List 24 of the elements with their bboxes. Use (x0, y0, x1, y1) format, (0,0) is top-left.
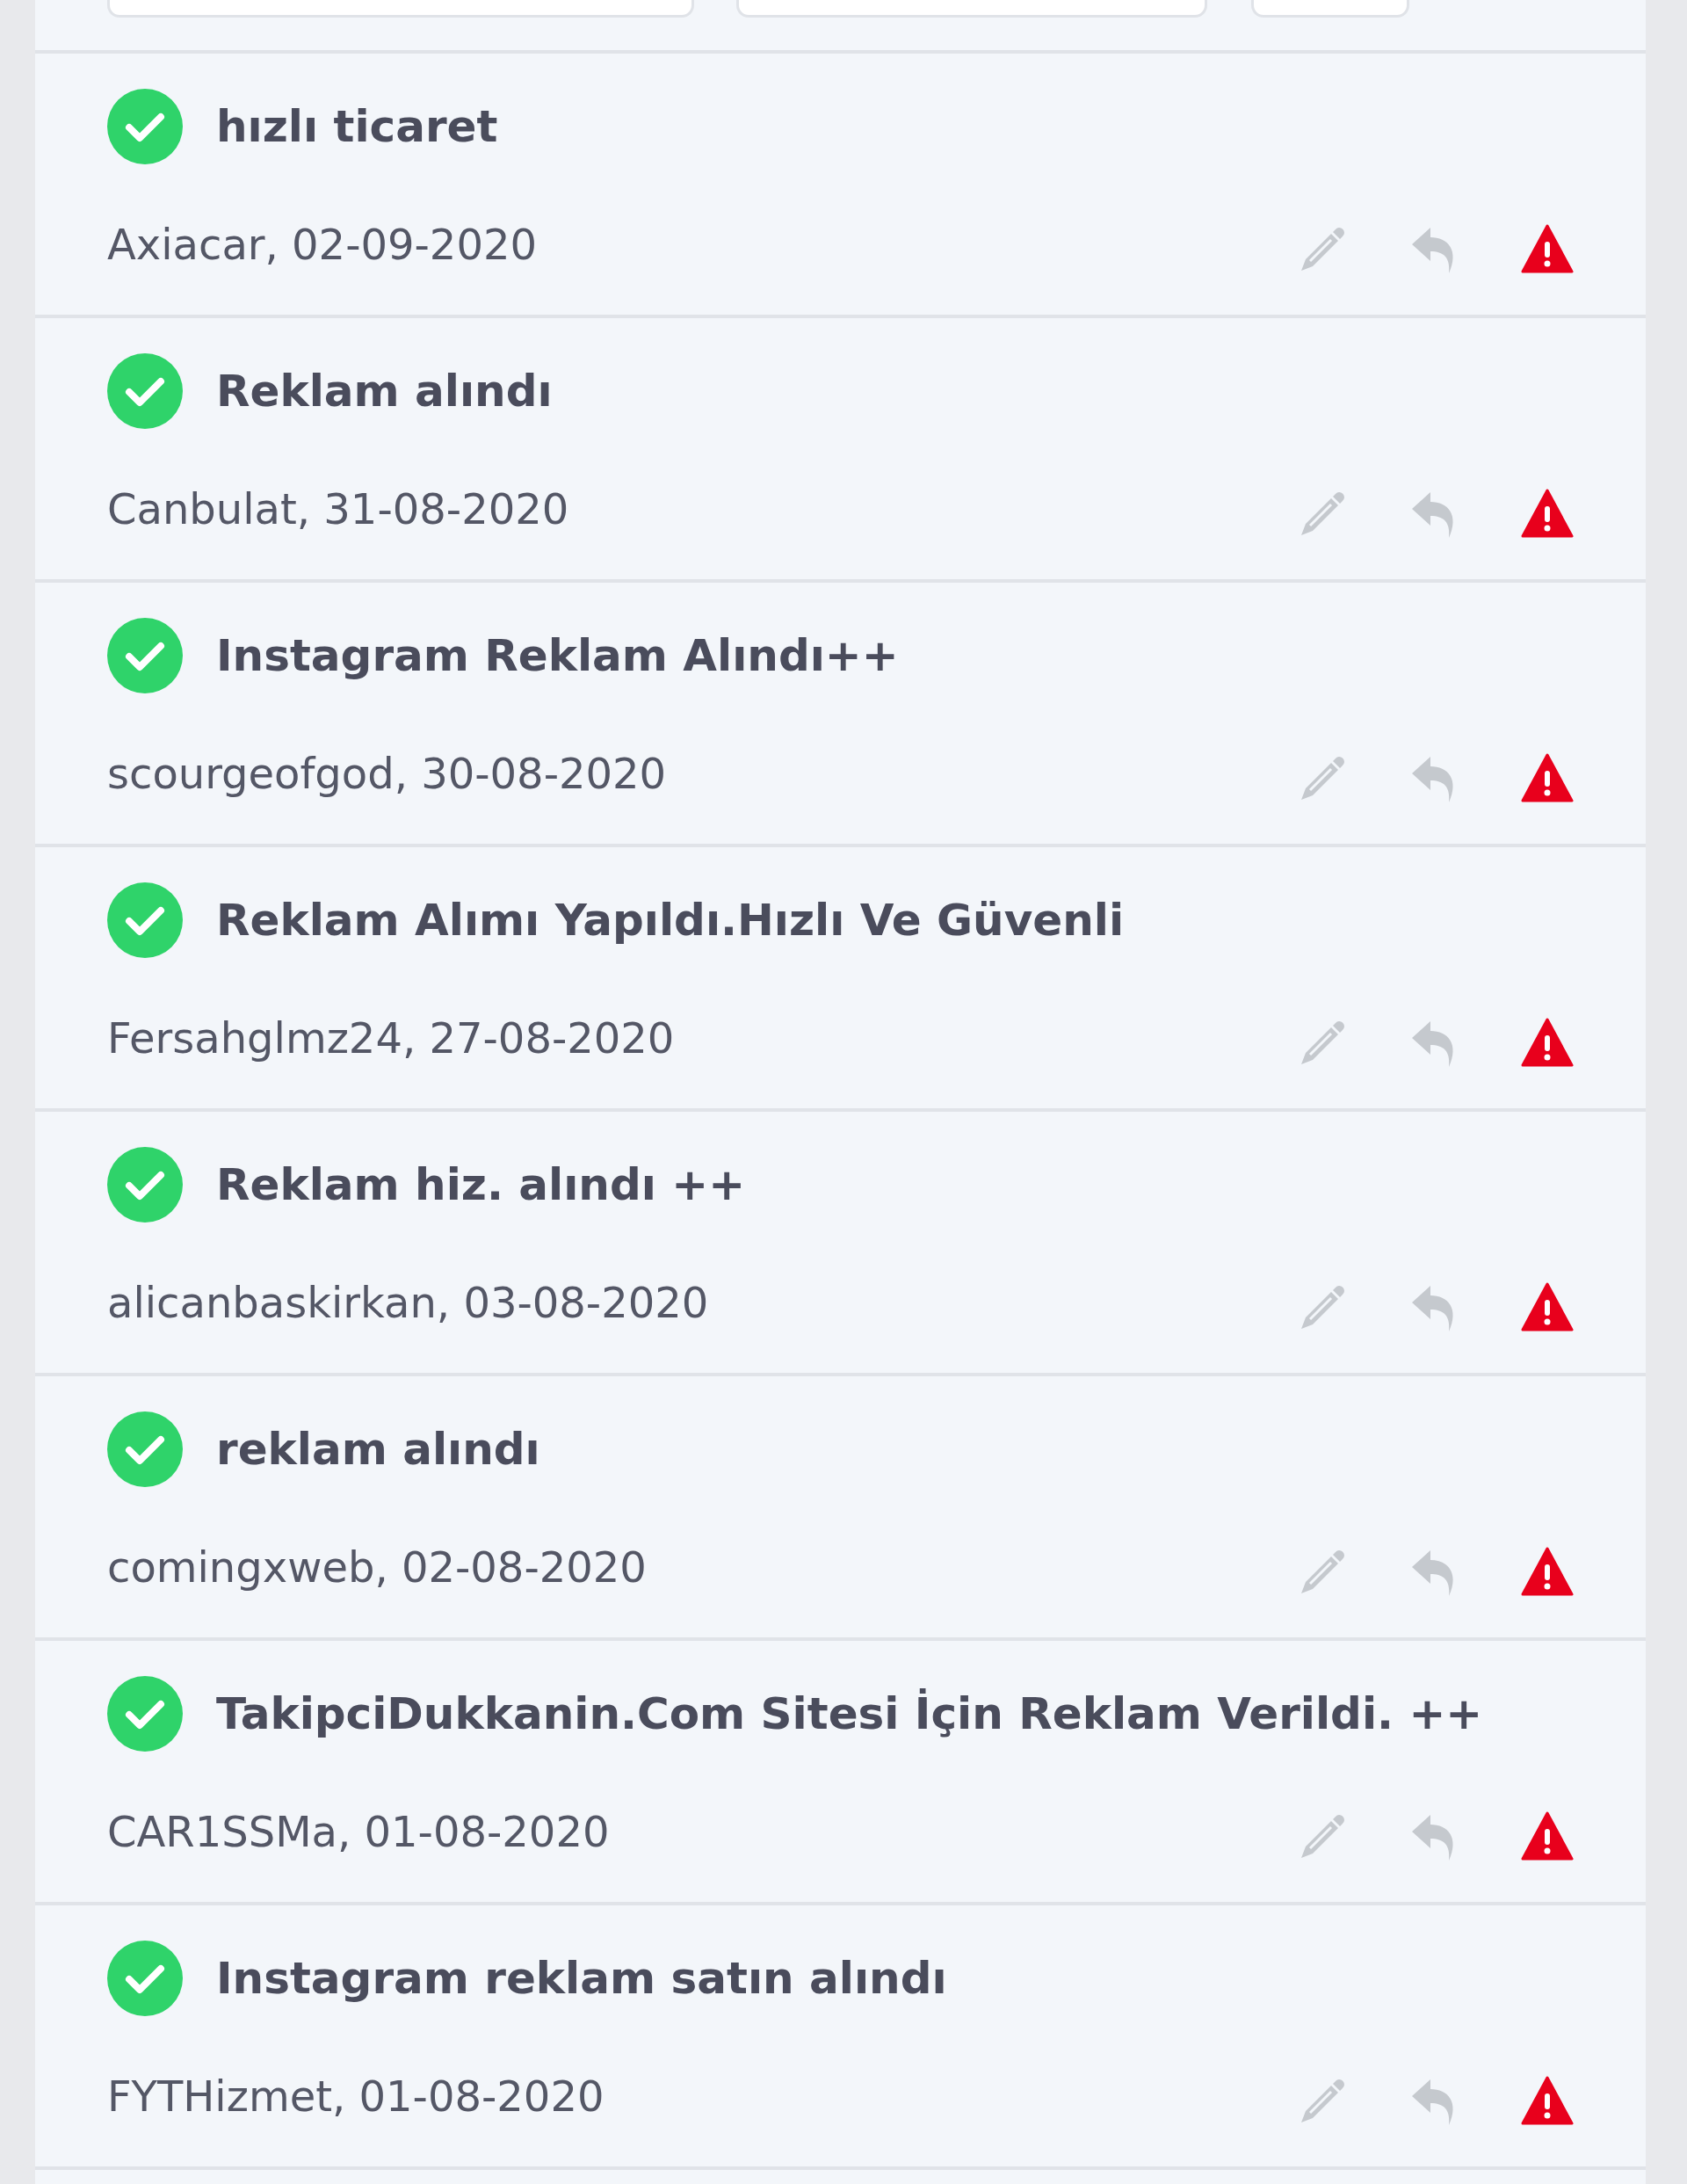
warning-icon[interactable] (1521, 1810, 1574, 1862)
review-author-date: FYTHizmet, 01-08-2020 (107, 2072, 605, 2121)
review-title: Instagram Reklam Alındı++ (216, 630, 899, 681)
review-author-date: Canbulat, 31-08-2020 (107, 484, 569, 533)
warning-icon[interactable] (1521, 2074, 1574, 2127)
warning-icon[interactable] (1521, 1281, 1574, 1333)
review-author-date: Fersahglmz24, 27-08-2020 (107, 1013, 675, 1063)
review-title: Reklam Alımı Yapıldı.Hızlı Ve Güvenli (216, 895, 1125, 946)
warning-icon[interactable] (1521, 222, 1574, 275)
warning-icon[interactable] (1521, 751, 1574, 804)
review-title: Instagram reklam satın alındı (216, 1953, 947, 2004)
review-title: Reklam alındı (216, 366, 553, 417)
review-author-date: scourgeofgod, 30-08-2020 (107, 749, 667, 798)
review-author-date: CAR1SSMa, 01-08-2020 (107, 1807, 610, 1856)
review-title: hızlı ticaret (216, 101, 498, 152)
warning-icon[interactable] (1521, 487, 1574, 540)
review-title: reklam alındı (216, 1424, 540, 1475)
review-title: Reklam hiz. alındı ++ (216, 1159, 746, 1210)
warning-icon[interactable] (1521, 1545, 1574, 1598)
review-title: TakipciDukkanin.Com Sitesi İçin Reklam Verildi. ++ (216, 1688, 1483, 1739)
review-author-date: comingxweb, 02-08-2020 (107, 1542, 647, 1592)
review-author-date: alicanbaskirkan, 03-08-2020 (107, 1278, 709, 1327)
warning-icon[interactable] (1521, 1016, 1574, 1069)
review-author-date: Axiacar, 02-09-2020 (107, 220, 537, 269)
